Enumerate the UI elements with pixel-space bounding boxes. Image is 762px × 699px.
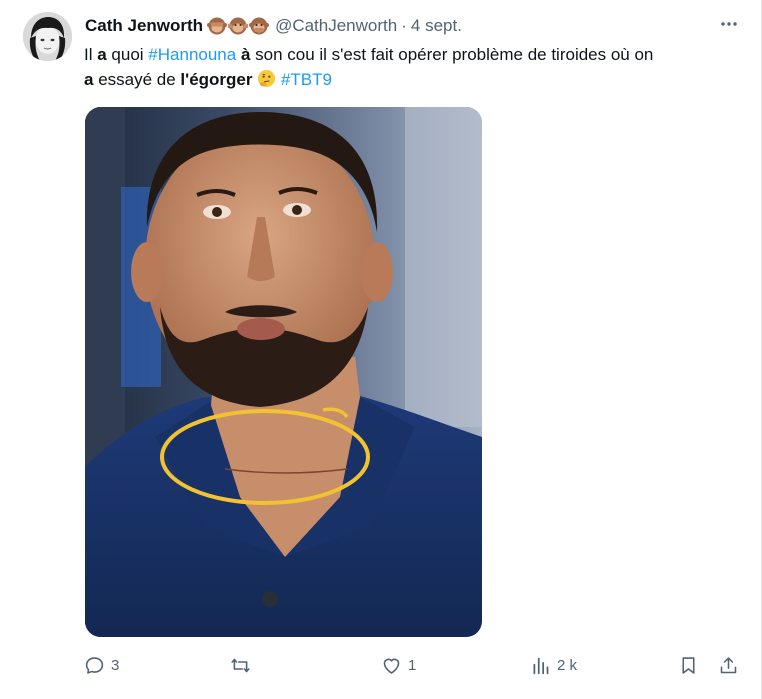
tweet-photo[interactable] (85, 107, 482, 637)
name-emojis (207, 16, 270, 36)
hear-no-evil-monkey-icon (228, 17, 249, 35)
text-segment: son cou il s'est fait opérer problème de… (250, 45, 654, 64)
hashtag-tbt9[interactable]: #TBT9 (281, 70, 332, 89)
tweet-card: Cath Jenworth @CathJenworth · 4 sept. Il… (0, 0, 762, 699)
views-count: 2 k (557, 656, 578, 674)
avatar[interactable] (23, 12, 72, 61)
text-segment: essayé de (93, 70, 181, 89)
text-segment-bold: l'égorger (180, 70, 253, 89)
handle[interactable]: @CathJenworth (275, 16, 397, 36)
thinking-face-icon (258, 69, 276, 88)
views-icon (533, 657, 549, 674)
separator-dot: · (401, 16, 407, 35)
text-segment: Il (84, 45, 98, 64)
photo-illustration (85, 107, 482, 637)
more-dots-icon[interactable] (717, 12, 741, 36)
display-name[interactable]: Cath Jenworth (85, 16, 203, 36)
views-button[interactable]: 2 k (530, 650, 577, 680)
action-bar: 3 1 2 k (0, 650, 762, 680)
reply-icon (85, 656, 104, 674)
like-button[interactable]: 1 (381, 650, 416, 680)
tweet-header: Cath Jenworth @CathJenworth · 4 sept. (85, 14, 741, 38)
see-no-evil-monkey-icon (207, 17, 228, 35)
reply-count: 3 (111, 656, 120, 674)
share-button[interactable] (718, 650, 739, 680)
tweet-text: Il a quoi #Hannouna à son cou il s'est f… (84, 42, 744, 92)
retweet-button[interactable] (230, 650, 257, 680)
hashtag-hannouna[interactable]: #Hannouna (148, 45, 236, 64)
heart-icon (383, 658, 400, 674)
share-icon (720, 656, 737, 673)
reply-button[interactable]: 3 (84, 650, 119, 680)
speak-no-evil-monkey-icon (249, 17, 270, 35)
text-segment: quoi (106, 45, 149, 64)
like-count: 1 (408, 656, 417, 674)
text-segment-bold: a (97, 45, 107, 64)
bookmark-button[interactable] (678, 650, 699, 680)
text-segment-bold: à (240, 45, 251, 64)
retweet-icon (231, 658, 250, 672)
tweet-date[interactable]: 4 sept. (411, 16, 462, 36)
bookmark-icon (682, 656, 695, 674)
